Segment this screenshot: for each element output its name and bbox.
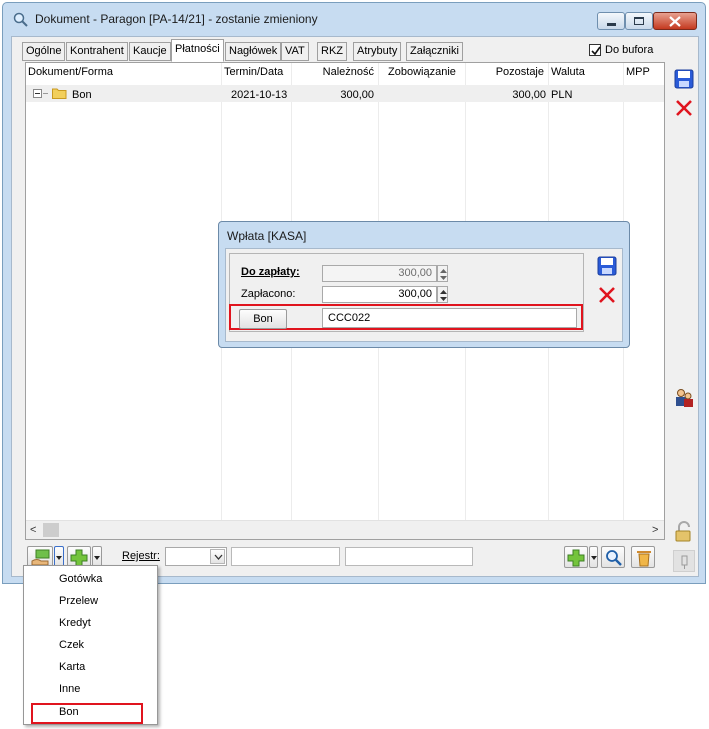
people-icon	[676, 389, 693, 407]
maximize-button[interactable]	[625, 12, 653, 30]
menu-item-inne[interactable]: Inne	[59, 683, 80, 695]
zaplacono-label: Zapłacono:	[241, 288, 296, 300]
menu-item-kredyt[interactable]: Kredyt	[59, 617, 91, 629]
dialog-client-area: Do zapłaty: 300,00 Zapłacono: 300,00 Bon…	[225, 248, 623, 342]
spinner-arrows-icon	[440, 269, 447, 280]
bon-code-field[interactable]: CCC022	[322, 308, 577, 328]
close-button[interactable]	[653, 12, 697, 30]
pin-button[interactable]	[673, 550, 695, 572]
floppy-disk-icon	[597, 256, 617, 276]
column-header-waluta[interactable]: Waluta	[551, 66, 585, 78]
column-header-pozostaje[interactable]: Pozostaje	[468, 66, 544, 78]
tab-vat[interactable]: VAT	[281, 42, 309, 61]
do-bufora-checkbox[interactable]	[589, 44, 601, 56]
chevron-down-icon	[56, 556, 62, 560]
add-record-dropdown-arrow[interactable]	[589, 546, 598, 568]
chevron-down-icon	[214, 554, 223, 560]
menu-item-karta[interactable]: Karta	[59, 661, 85, 673]
contractors-button[interactable]	[673, 387, 695, 409]
zaplacono-spinner[interactable]	[437, 286, 448, 303]
delete-button[interactable]	[631, 546, 655, 568]
red-x-icon	[676, 100, 692, 116]
row-name: Bon	[72, 89, 92, 101]
rejestr-dropdown-button[interactable]	[210, 549, 225, 564]
row-pozostaje: 300,00	[512, 89, 546, 101]
scroll-right-icon[interactable]: >	[652, 524, 658, 536]
tab-atrybuty[interactable]: Atrybuty	[353, 42, 402, 61]
zaplacono-field[interactable]: 300,00	[322, 286, 437, 303]
tab-naglowek[interactable]: Nagłówek	[225, 42, 282, 61]
payment-dialog: Wpłata [KASA] Do zapłaty: 300,00 Zapłaco…	[218, 221, 630, 348]
tab-rkz[interactable]: RKZ	[317, 42, 347, 61]
rejestr-select[interactable]	[165, 547, 227, 566]
menu-item-gotowka[interactable]: Gotówka	[59, 573, 102, 585]
minimize-button[interactable]	[597, 12, 625, 30]
minus-icon	[35, 93, 40, 94]
bon-button[interactable]: Bon	[239, 309, 287, 329]
dialog-save-button[interactable]	[596, 255, 618, 277]
open-padlock-icon	[675, 521, 691, 542]
menu-item-czek[interactable]: Czek	[59, 639, 84, 651]
column-header-naleznosc[interactable]: Należność	[294, 66, 374, 78]
column-header-termin[interactable]: Termin/Data	[224, 66, 283, 78]
menu-item-przelew[interactable]: Przelew	[59, 595, 98, 607]
chevron-down-icon	[591, 556, 597, 560]
magnifier-icon	[606, 550, 622, 566]
red-x-icon	[599, 287, 615, 303]
rejestr-label-text: Rejestr:	[122, 550, 160, 562]
dialog-title: Wpłata [KASA]	[227, 229, 307, 243]
window-title: Dokument - Paragon [PA-14/21] - zostanie…	[35, 12, 318, 26]
folder-icon	[52, 88, 67, 99]
collapse-toggle[interactable]	[33, 89, 42, 98]
pin-icon	[681, 555, 688, 569]
column-header-dokument[interactable]: Dokument/Forma	[28, 66, 113, 78]
save-button[interactable]	[673, 68, 695, 90]
row-naleznosc: 300,00	[340, 89, 374, 101]
tab-kontrahent[interactable]: Kontrahent	[66, 42, 128, 61]
row-waluta: PLN	[551, 89, 573, 101]
tab-zalaczniki[interactable]: Załączniki	[406, 42, 463, 61]
magnifier-icon	[13, 12, 28, 27]
rejestr-name-field[interactable]	[231, 547, 340, 566]
dialog-cancel-button[interactable]	[596, 284, 618, 306]
title-bar: Dokument - Paragon [PA-14/21] - zostanie…	[3, 3, 705, 37]
maximize-icon	[634, 17, 644, 25]
do-zaplaty-spinner[interactable]	[437, 265, 448, 282]
column-header-mpp[interactable]: MPP	[626, 66, 650, 78]
rejestr-extra-field[interactable]	[345, 547, 473, 566]
menu-item-bon[interactable]: Bon	[59, 706, 79, 718]
row-date: 2021-10-13	[231, 89, 288, 101]
horizontal-scrollbar[interactable]: < >	[26, 520, 664, 539]
column-header-zobowiazanie[interactable]: Zobowiązanie	[388, 66, 456, 78]
tree-connector	[43, 93, 48, 94]
bon-menu-highlight	[31, 703, 143, 724]
green-plus-icon	[567, 549, 585, 567]
tab-ogolne[interactable]: Ogólne	[22, 42, 66, 61]
checkmark-icon	[591, 46, 601, 56]
do-bufora-label: Do bufora	[605, 44, 654, 56]
do-zaplaty-label: Do zapłaty:	[241, 266, 300, 278]
trash-icon	[637, 551, 651, 567]
rejestr-label: Rejestr:	[122, 550, 160, 562]
chevron-down-icon	[94, 556, 100, 560]
preview-button[interactable]	[601, 546, 625, 568]
lock-button[interactable]	[673, 521, 695, 543]
floppy-disk-icon	[674, 69, 694, 89]
spinner-arrows-icon	[440, 290, 447, 301]
scroll-thumb[interactable]	[43, 523, 59, 537]
close-icon	[669, 16, 681, 27]
payment-forms-menu: Gotówka Przelew Kredyt Czek Karta Inne B…	[23, 565, 158, 725]
tab-kaucje[interactable]: Kaucje	[129, 42, 171, 61]
minimize-icon	[607, 23, 616, 26]
scroll-left-icon[interactable]: <	[30, 524, 36, 536]
tab-platnosci[interactable]: Płatności	[171, 39, 224, 62]
add-record-button[interactable]	[564, 546, 588, 568]
do-zaplaty-field[interactable]: 300,00	[322, 265, 437, 282]
cancel-button[interactable]	[673, 97, 695, 119]
